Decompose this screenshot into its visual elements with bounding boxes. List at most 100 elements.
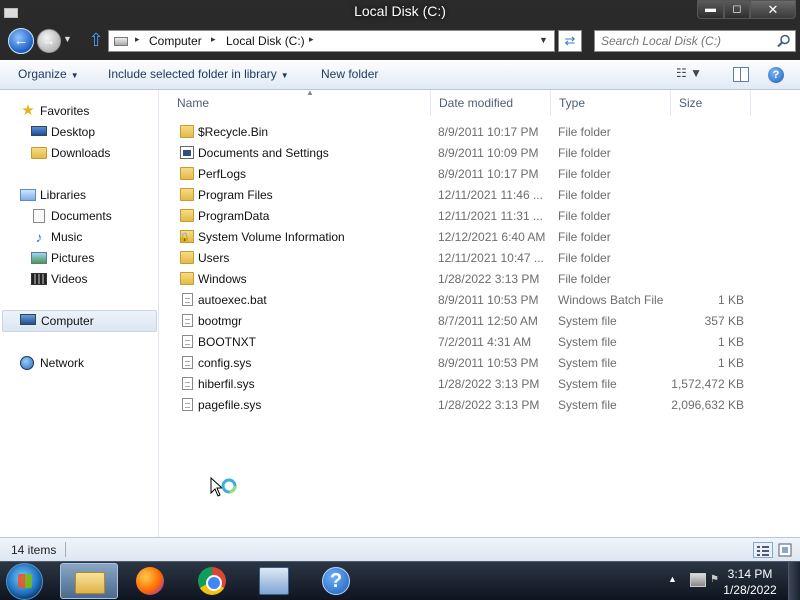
recent-pages-dropdown[interactable]: ▼ [63,34,72,44]
breadcrumb-arrow[interactable]: ▸ [309,34,314,45]
organize-button[interactable]: Organize ▼ [18,67,79,81]
file-size: 1,572,472 KB [671,377,744,391]
nav-videos[interactable]: Videos [31,270,141,290]
start-button[interactable] [6,563,43,600]
taskbar-control-panel[interactable] [245,563,303,599]
file-name: BOOTNXT [198,335,257,349]
column-header-type[interactable]: Type [551,90,671,116]
nav-libraries[interactable]: Libraries [20,186,140,206]
file-type: System file [558,335,617,349]
file-row[interactable]: pagefile.sys 1/28/2022 3:13 PM System fi… [160,395,800,416]
desktop-icon [31,126,47,136]
network-status-icon[interactable] [690,573,706,587]
maximize-button[interactable]: ◻ [724,0,750,19]
file-name: Program Files [198,188,273,202]
taskbar-explorer[interactable] [60,563,118,599]
column-header-date[interactable]: Date modified [431,90,551,116]
preview-pane-button[interactable] [733,67,749,82]
up-folder-button[interactable]: ⇧ [87,30,105,52]
file-date: 8/7/2011 12:50 AM [438,314,538,328]
file-row[interactable]: $Recycle.Bin 8/9/2011 10:17 PM File fold… [160,122,800,143]
file-row[interactable]: PerfLogs 8/9/2011 10:17 PM File folder [160,164,800,185]
file-row[interactable]: bootmgr 8/7/2011 12:50 AM System file 35… [160,311,800,332]
large-icons-view-button[interactable] [777,542,793,558]
nav-desktop[interactable]: Desktop [31,123,141,143]
search-input[interactable] [595,31,773,51]
network-icon [20,356,34,370]
file-row[interactable]: hiberfil.sys 1/28/2022 3:13 PM System fi… [160,374,800,395]
file-date: 8/9/2011 10:53 PM [438,293,539,307]
column-header-size[interactable]: Size [671,90,751,116]
drive-icon [114,37,128,46]
action-center-flag-icon[interactable]: ⚑ [710,574,719,586]
forward-button[interactable]: → [37,29,61,53]
clock[interactable]: 3:14 PM 1/28/2022 [720,566,780,598]
content-area: ★ Favorites Desktop Downloads Libraries … [0,88,800,537]
nav-music[interactable]: ♪ Music [31,228,141,248]
file-date: 1/28/2022 3:13 PM [438,398,540,412]
file-row[interactable]: System Volume Information 12/12/2021 6:4… [160,227,800,248]
locked-folder-icon [179,230,194,243]
nav-favorites-label: Favorites [40,104,90,118]
search-icon[interactable] [777,34,791,48]
breadcrumb-arrow[interactable]: ▸ [211,34,216,45]
details-view-button[interactable] [753,542,773,558]
file-name: Documents and Settings [198,146,329,160]
explorer-icon [75,572,105,594]
nav-favorites[interactable]: ★ Favorites [20,102,140,122]
refresh-button[interactable]: ⇄ [558,30,582,52]
taskbar-chrome[interactable] [183,563,241,599]
nav-music-label: Music [51,230,83,244]
file-row[interactable]: Program Files 12/11/2021 11:46 ... File … [160,185,800,206]
breadcrumb-root-arrow[interactable]: ▸ [135,34,140,45]
file-name: autoexec.bat [198,293,267,307]
file-name: hiberfil.sys [198,377,255,391]
file-row[interactable]: config.sys 8/9/2011 10:53 PM System file… [160,353,800,374]
file-row[interactable]: BOOTNXT 7/2/2011 4:31 AM System file 1 K… [160,332,800,353]
column-header-name[interactable]: Name ▲ [169,88,431,116]
help-button[interactable]: ? [768,67,784,83]
breadcrumb-local-disk[interactable]: Local Disk (C:) [226,34,305,48]
nav-downloads[interactable]: Downloads [31,144,141,164]
file-type: System file [558,398,617,412]
file-row[interactable]: Users 12/11/2021 10:47 ... File folder [160,248,800,269]
file-date: 1/28/2022 3:13 PM [438,272,540,286]
file-row[interactable]: autoexec.bat 8/9/2011 10:53 PM Windows B… [160,290,800,311]
breadcrumb-computer[interactable]: Computer [149,34,202,48]
chevron-down-icon: ▼ [70,71,79,80]
taskbar-firefox[interactable] [121,563,179,599]
change-view-button[interactable]: ☷ ▼ [676,66,716,84]
file-type: System file [558,314,617,328]
file-row[interactable]: Documents and Settings 8/9/2011 10:09 PM… [160,143,800,164]
nav-documents[interactable]: Documents [31,207,141,227]
control-panel-icon [259,567,289,595]
file-row[interactable]: ProgramData 12/11/2021 11:31 ... File fo… [160,206,800,227]
sort-ascending-icon: ▲ [306,88,314,97]
help-icon: ? [322,567,350,595]
downloads-folder-icon [31,147,47,159]
back-button[interactable]: ← [8,28,34,54]
nav-desktop-label: Desktop [51,125,96,139]
nav-computer[interactable]: Computer [2,310,157,332]
star-icon: ★ [21,102,35,119]
address-bar[interactable]: ▸ Computer ▸ Local Disk (C:) ▸ ▼ [108,30,555,52]
nav-pictures[interactable]: Pictures [31,249,141,269]
library-icon [20,189,36,201]
file-row[interactable]: Windows 1/28/2022 3:13 PM File folder [160,269,800,290]
clock-date: 1/28/2022 [723,583,777,597]
taskbar-help[interactable]: ? [307,563,365,599]
include-in-library-button[interactable]: Include selected folder in library ▼ [108,67,289,81]
chevron-down-icon: ▼ [280,71,289,80]
show-hidden-icons-button[interactable]: ▲ [668,574,677,584]
address-history-dropdown[interactable]: ▼ [539,35,548,45]
show-desktop-button[interactable] [788,562,800,600]
command-toolbar: Organize ▼ Include selected folder in lib… [0,60,800,90]
system-file-icon [182,377,193,390]
minimize-button[interactable]: ▬ [697,0,724,19]
close-button[interactable]: ✕ [750,0,796,19]
nav-computer-label: Computer [41,314,94,328]
nav-network[interactable]: Network [20,354,140,374]
file-date: 8/9/2011 10:09 PM [438,146,539,160]
new-folder-button[interactable]: New folder [321,67,378,81]
search-box[interactable] [594,30,796,52]
